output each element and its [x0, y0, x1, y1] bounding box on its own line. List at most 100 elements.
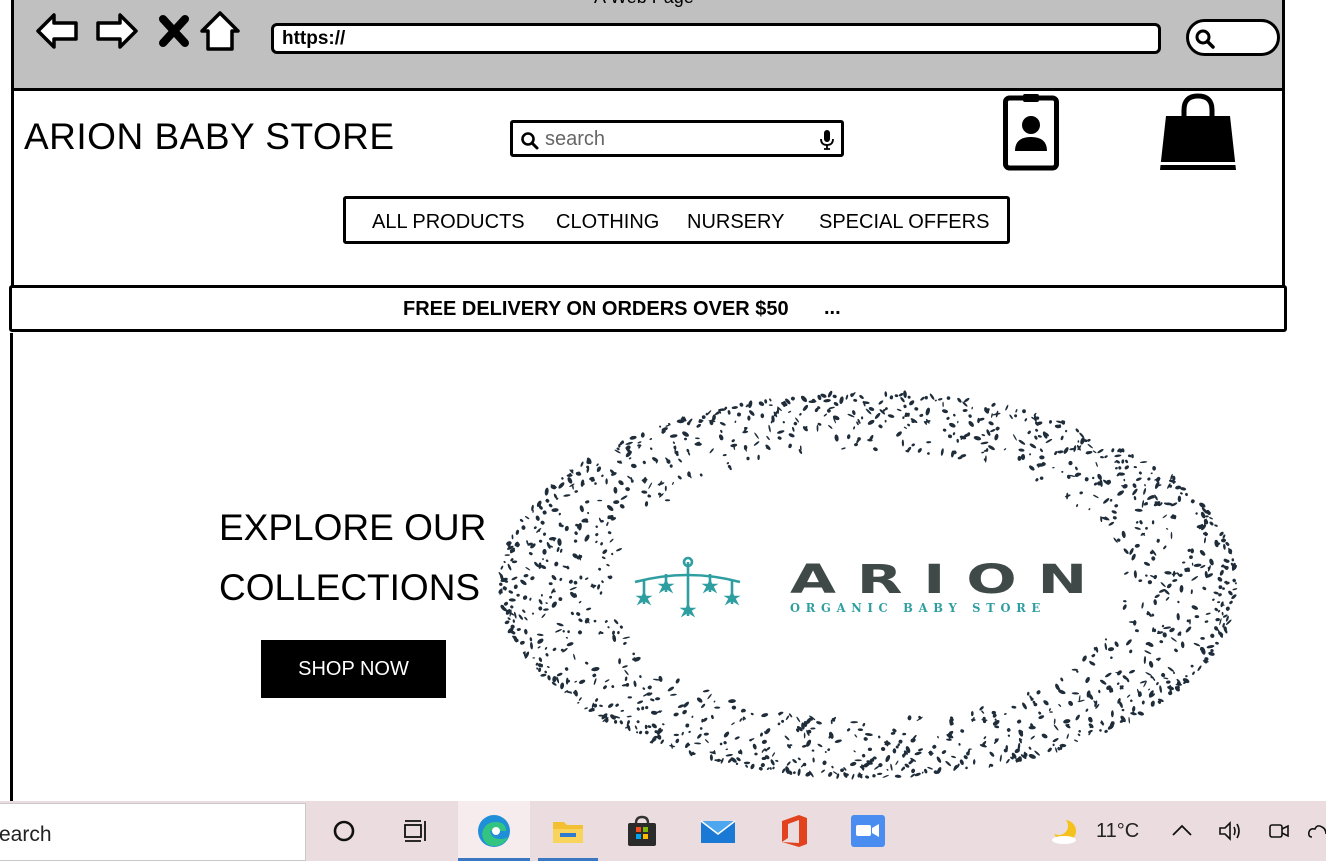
- speckle-dot: [917, 448, 922, 453]
- taskbar-office[interactable]: [764, 801, 824, 861]
- back-arrow-icon[interactable]: [34, 7, 82, 55]
- task-view-button[interactable]: [398, 801, 434, 861]
- speckle-dot: [823, 399, 831, 403]
- speckle-dot: [604, 620, 608, 623]
- speckle-dot: [598, 567, 602, 571]
- menu-item-all-products[interactable]: ALL PRODUCTS: [372, 211, 525, 234]
- speckle-dot: [616, 548, 622, 552]
- menu-item-nursery[interactable]: NURSERY: [687, 211, 784, 234]
- speckle-dot: [1114, 641, 1119, 647]
- speckle-dot: [839, 396, 844, 405]
- speckle-dot: [1077, 699, 1085, 703]
- speckle-dot: [1075, 428, 1080, 433]
- speckle-dot: [1114, 504, 1119, 508]
- site-search-input[interactable]: search: [510, 120, 844, 157]
- speckle-dot: [521, 525, 526, 530]
- speckle-dot: [816, 424, 819, 432]
- speckle-dot: [548, 582, 553, 586]
- speckle-dot: [1182, 561, 1186, 564]
- speckle-dot: [682, 431, 689, 437]
- speckle-dot: [613, 486, 618, 494]
- taskbar-store[interactable]: [612, 801, 672, 861]
- meet-now-icon[interactable]: [1267, 820, 1291, 842]
- speckle-dot: [1049, 711, 1053, 713]
- shop-now-button[interactable]: SHOP NOW: [261, 640, 446, 698]
- speckle-dot: [647, 725, 652, 728]
- speckle-dot: [529, 637, 533, 642]
- speckle-dot: [546, 666, 550, 668]
- speckle-dot: [672, 481, 674, 485]
- windows-taskbar: earch 11°C: [0, 801, 1326, 861]
- speckle-dot: [1093, 482, 1098, 486]
- taskbar-search-box[interactable]: earch: [0, 803, 306, 861]
- microphone-icon[interactable]: [819, 129, 835, 151]
- speckle-dot: [544, 646, 548, 650]
- browser-search-field[interactable]: [1186, 19, 1280, 56]
- speckle-dot: [701, 415, 706, 420]
- page-border-left-lower: [10, 333, 13, 801]
- speckle-dot: [1220, 601, 1224, 608]
- weather-temperature[interactable]: 11°C: [1096, 820, 1139, 843]
- speckle-dot: [669, 464, 673, 468]
- speckle-dot: [1165, 528, 1169, 530]
- speckle-dot: [831, 765, 834, 769]
- weather-moon-icon[interactable]: [1050, 817, 1082, 845]
- speckle-dot: [584, 707, 588, 710]
- speckle-dot: [1123, 571, 1129, 575]
- home-icon[interactable]: [196, 7, 244, 55]
- taskbar-edge[interactable]: [458, 801, 530, 861]
- speckle-dot: [874, 412, 881, 419]
- volume-icon[interactable]: [1217, 820, 1243, 842]
- onedrive-cloud-icon[interactable]: [1308, 822, 1326, 840]
- account-icon[interactable]: [1003, 93, 1059, 171]
- speckle-dot: [593, 678, 597, 686]
- speckle-dot: [882, 774, 889, 778]
- promo-banner: FREE DELIVERY ON ORDERS OVER $50 ...: [9, 285, 1287, 332]
- taskbar-zoom[interactable]: [838, 801, 898, 861]
- speckle-dot: [1125, 639, 1132, 646]
- speckle-dot: [578, 522, 582, 531]
- speckle-dot: [644, 501, 649, 507]
- speckle-dot: [1099, 729, 1102, 732]
- address-bar[interactable]: https://: [271, 23, 1161, 54]
- speckle-dot: [988, 445, 995, 451]
- promo-more[interactable]: ...: [824, 297, 841, 320]
- store-name[interactable]: ARION BABY STORE: [24, 116, 395, 158]
- close-x-icon[interactable]: [150, 7, 198, 55]
- chevron-up-icon[interactable]: [1171, 822, 1193, 838]
- speckle-dot: [872, 447, 878, 452]
- speckle-dot: [937, 735, 939, 739]
- speckle-dot: [516, 593, 520, 597]
- speckle-dot: [1145, 526, 1148, 530]
- speckle-dot: [1117, 490, 1125, 496]
- speckle-dot: [885, 754, 891, 763]
- speckle-dot: [1205, 612, 1211, 615]
- speckle-dot: [876, 772, 883, 776]
- speckle-dot: [942, 428, 947, 432]
- speckle-dot: [628, 457, 632, 460]
- speckle-dot: [538, 667, 542, 672]
- browser-wireframe: A Web Page https:// ARION BABY STORE: [0, 0, 1326, 801]
- speckle-dot: [567, 477, 573, 484]
- shopping-bag-icon[interactable]: [1158, 92, 1238, 172]
- menu-item-clothing[interactable]: CLOTHING: [556, 211, 659, 234]
- taskbar-mail[interactable]: [688, 801, 748, 861]
- speckle-dot: [642, 460, 646, 465]
- speckle-dot: [520, 640, 525, 645]
- taskbar-file-explorer[interactable]: [538, 801, 598, 861]
- menu-item-special-offers[interactable]: SPECIAL OFFERS: [819, 211, 989, 234]
- speckle-dot: [522, 595, 528, 600]
- speckle-dot: [566, 474, 573, 477]
- speckle-dot: [766, 435, 770, 441]
- speckle-dot: [677, 475, 682, 480]
- speckle-dot: [867, 747, 872, 752]
- speckle-dot: [503, 560, 506, 564]
- speckle-dot: [578, 697, 582, 701]
- speckle-dot: [540, 594, 543, 597]
- speckle-dot: [1190, 499, 1195, 504]
- cortana-button[interactable]: [326, 801, 362, 861]
- speckle-dot: [1084, 477, 1089, 482]
- speckle-dot: [914, 407, 919, 411]
- speckle-dot: [545, 559, 549, 563]
- forward-arrow-icon[interactable]: [92, 7, 140, 55]
